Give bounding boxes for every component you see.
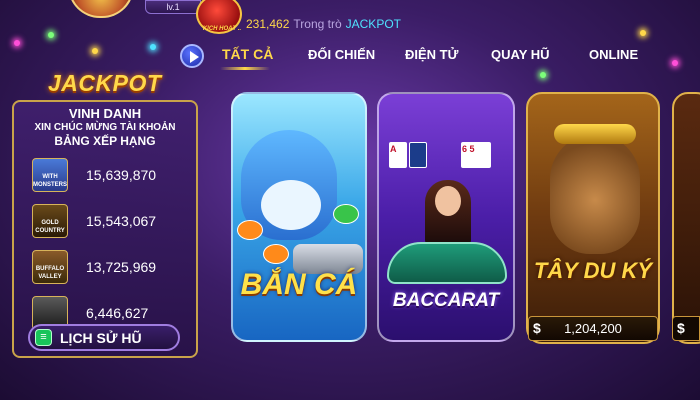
- win-amount: 15,543,067: [86, 213, 157, 229]
- game-title: TÂY DU KÝ: [533, 258, 653, 283]
- play-icon[interactable]: [180, 44, 204, 68]
- ranking-label: BẢNG XẾP HẠNG: [54, 134, 156, 148]
- dollar-icon: $: [677, 320, 685, 336]
- playing-card-back: [409, 142, 427, 168]
- fish-illustration: [263, 244, 289, 264]
- leaderboard-header: VINH DANH XIN CHÚC MỪNG TÀI KHOẢN BẢNG X…: [14, 102, 196, 148]
- game-title: BACCARAT: [392, 290, 500, 311]
- game-thumbnail: GOLD COUNTRY: [32, 204, 68, 238]
- leaderboard-subheading: XIN CHÚC MỪNG TÀI KHOẢN: [34, 122, 176, 133]
- category-tabs: TẤT CẢ ĐỐI CHIẾN ĐIỆN TỬ QUAY HŨ ONLINE: [180, 42, 700, 70]
- playing-card: A: [389, 142, 407, 168]
- win-amount: 13,725,969: [86, 259, 157, 275]
- jackpot-ticker: 231,462 Trong trò JACKPOT: [246, 17, 401, 31]
- monkey-king-illustration: [554, 124, 636, 144]
- jackpot-title: JACKPOT: [48, 70, 162, 96]
- tab-doi-chien[interactable]: ĐỐI CHIẾN: [308, 47, 375, 62]
- active-tab-indicator: [220, 67, 270, 70]
- game-thumbnail: BUFFALO VALLEY: [32, 250, 68, 284]
- tab-dien-tu[interactable]: ĐIỆN TỬ: [405, 47, 458, 62]
- fish-illustration: [333, 204, 359, 224]
- game-jackpot-bar: $ 1,204,200: [528, 316, 658, 341]
- ticker-text: Trong trò: [293, 17, 342, 31]
- leaderboard-row: WITH MONSTERS 15,639,870: [32, 158, 192, 192]
- playing-card: 6 5: [461, 142, 491, 168]
- game-jackpot-value: 1,204,200: [564, 321, 622, 336]
- tab-online[interactable]: ONLINE: [589, 47, 638, 62]
- jackpot-history-button[interactable]: ≡ LỊCH SỬ HŨ: [28, 324, 180, 351]
- win-amount: 6,446,627: [86, 305, 149, 321]
- level-badge: lv.1: [145, 0, 201, 14]
- game-thumbnail: WITH MONSTERS: [32, 158, 68, 192]
- game-jackpot-bar: $: [672, 316, 700, 341]
- tab-quay-hu[interactable]: QUAY HŨ: [491, 47, 550, 62]
- game-title: BẮN CÁ: [240, 268, 358, 301]
- history-icon: ≡: [35, 329, 52, 346]
- table-illustration: [387, 242, 507, 284]
- avatar[interactable]: [68, 0, 134, 18]
- top-bar: lv.1 KICH HOẠT .. 231,462 Trong trò JACKPO…: [0, 0, 700, 40]
- string-light: [92, 48, 98, 54]
- game-card-tay-du-ky[interactable]: TÂY DU KÝ: [526, 92, 660, 344]
- string-light: [150, 44, 156, 50]
- game-card-ban-ca[interactable]: BẮN CÁ: [231, 92, 367, 342]
- ticker-game: JACKPOT: [345, 17, 401, 31]
- tab-all[interactable]: TẤT CẢ: [222, 46, 273, 62]
- monkey-king-illustration: [550, 134, 640, 254]
- dealer-illustration: [435, 186, 461, 216]
- leaderboard-row: GOLD COUNTRY 15,543,067: [32, 204, 192, 238]
- string-light: [540, 72, 546, 78]
- leaderboard-row: BUFFALO VALLEY 13,725,969: [32, 250, 192, 284]
- fish-illustration: [237, 220, 263, 240]
- win-amount: 15,639,870: [86, 167, 157, 183]
- leaderboard-panel: VINH DANH XIN CHÚC MỪNG TÀI KHOẢN BẢNG X…: [12, 100, 198, 358]
- leaderboard-heading: VINH DANH: [68, 106, 142, 121]
- jackpot-activate-label: KICH HOẠT ..: [202, 26, 242, 32]
- history-label: LỊCH SỬ HŨ: [60, 330, 142, 346]
- shark-illustration: [261, 180, 321, 230]
- game-card-partial[interactable]: [672, 92, 700, 344]
- game-card-baccarat[interactable]: A 6 5 BACCARAT: [377, 92, 515, 342]
- ticker-amount: 231,462: [246, 17, 290, 31]
- string-light: [14, 40, 20, 46]
